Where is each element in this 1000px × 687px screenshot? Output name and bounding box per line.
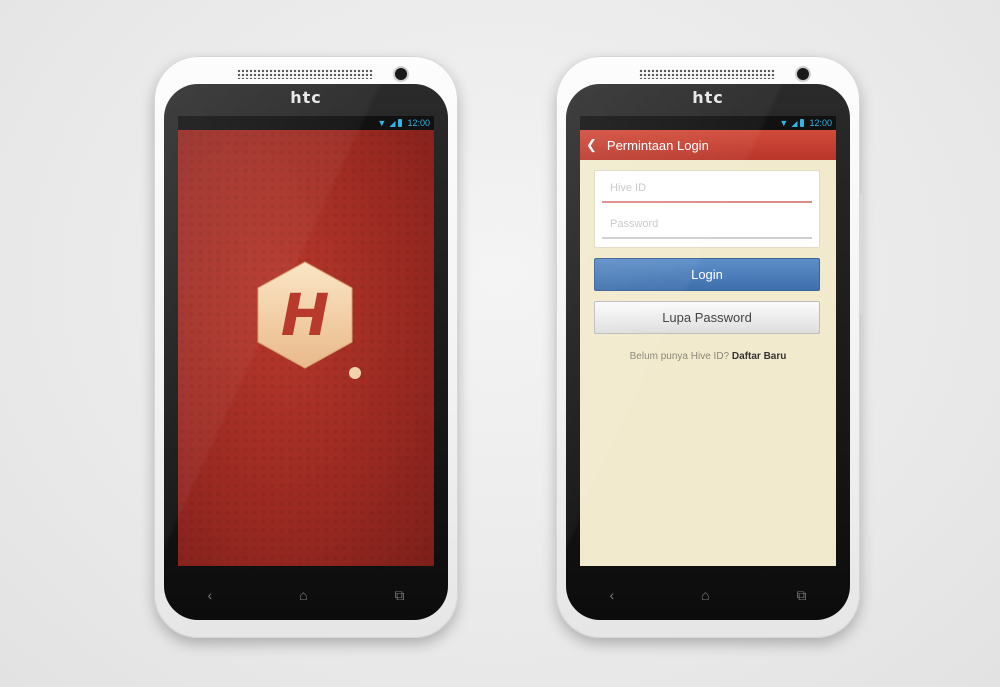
- app-bar: ❮ Permintaan Login: [580, 130, 836, 160]
- register-prompt: Belum punya Hive ID? Daftar Baru: [580, 351, 836, 362]
- recent-apps-icon[interactable]: ⧉: [797, 587, 807, 604]
- brand-logo: htc: [290, 88, 322, 107]
- page-title: Permintaan Login: [606, 137, 709, 153]
- side-button: [859, 194, 863, 314]
- screen: ❮ Permintaan Login Hive ID Password Logi…: [580, 116, 836, 566]
- front-camera: [797, 68, 809, 80]
- splash-screen: H: [178, 130, 434, 566]
- back-icon[interactable]: ‹: [609, 587, 614, 603]
- signal-icon: ◢: [791, 118, 798, 128]
- battery-icon: [398, 119, 403, 127]
- screen: H ▼ ◢ 12:00: [178, 116, 434, 566]
- recent-apps-icon[interactable]: ⧉: [395, 587, 405, 604]
- register-link[interactable]: Daftar Baru: [732, 351, 786, 362]
- signal-icon: ◢: [389, 118, 396, 128]
- front-camera: [395, 68, 407, 80]
- nav-bar: ‹ ⌂ ⧉: [164, 570, 448, 620]
- phone-splash: htc H ▼ ◢ 12:00 ‹ ⌂ ⧉: [154, 56, 461, 638]
- status-time: 12:00: [407, 118, 430, 128]
- forgot-password-button[interactable]: Lupa Password: [594, 301, 820, 334]
- app-logo-icon: H: [257, 261, 361, 379]
- status-bar: ▼ ◢ 12:00: [580, 116, 836, 130]
- earpiece-grille: [639, 69, 775, 79]
- login-form-card: Hive ID Password: [594, 170, 820, 248]
- screen-bezel: htc H ▼ ◢ 12:00 ‹ ⌂ ⧉: [164, 84, 448, 620]
- login-screen: ❮ Permintaan Login Hive ID Password Logi…: [580, 130, 836, 566]
- nav-bar: ‹ ⌂ ⧉: [566, 570, 850, 620]
- status-time: 12:00: [809, 118, 832, 128]
- brand-logo: htc: [692, 88, 724, 107]
- password-input[interactable]: Password: [602, 211, 812, 239]
- earpiece-grille: [237, 69, 373, 79]
- screen-bezel: htc ❮ Permintaan Login Hive ID Password …: [566, 84, 850, 620]
- phone-login: htc ❮ Permintaan Login Hive ID Password …: [556, 56, 863, 638]
- home-icon[interactable]: ⌂: [299, 587, 307, 603]
- battery-icon: [800, 119, 805, 127]
- wifi-icon: ▼: [779, 118, 789, 128]
- side-button: [457, 194, 461, 314]
- hive-id-input[interactable]: Hive ID: [602, 175, 812, 203]
- wifi-icon: ▼: [377, 118, 387, 128]
- status-bar: ▼ ◢ 12:00: [178, 116, 434, 130]
- home-icon[interactable]: ⌂: [701, 587, 709, 603]
- register-prompt-text: Belum punya Hive ID?: [629, 351, 730, 362]
- login-button[interactable]: Login: [594, 258, 820, 291]
- back-icon[interactable]: ‹: [207, 587, 212, 603]
- back-arrow-icon[interactable]: ❮: [586, 137, 597, 153]
- logo-letter: H: [281, 281, 330, 349]
